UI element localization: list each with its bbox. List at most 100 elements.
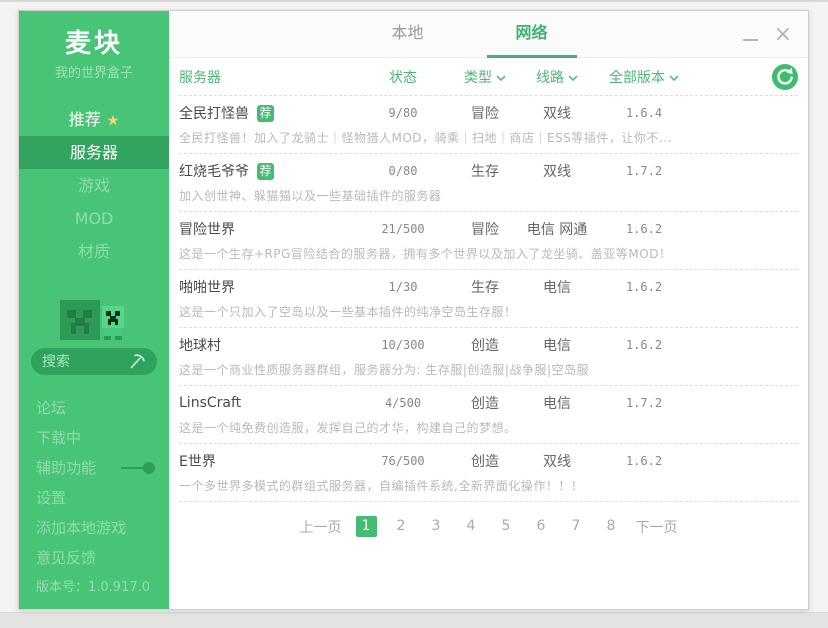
recommended-badge: 荐 <box>257 163 274 180</box>
sidebar-item-downloading[interactable]: 下载中 <box>19 423 169 453</box>
page-number[interactable]: 7 <box>566 516 587 537</box>
server-type: 冒险 <box>448 103 522 123</box>
server-name: 地球村 <box>179 335 221 355</box>
search-input[interactable] <box>42 354 129 370</box>
server-type: 创造 <box>448 335 522 355</box>
tab-network[interactable]: 网络 <box>487 11 577 58</box>
server-row[interactable]: 啪啪世界 1/30 生存 电信 1.6.2 这是一个只加入了空岛以及一些基本插件… <box>179 270 798 328</box>
server-version: 1.6.2 <box>592 338 696 352</box>
server-status: 21/500 <box>358 222 448 236</box>
search-box[interactable] <box>31 348 157 375</box>
sidebar: 麦块 我的世界盒子 推荐★ 服务器 游戏 MOD 材质 <box>19 11 169 609</box>
server-description: 这是一个商业性质服务器群组，服务器分为: 生存服|创造服|战争服|空岛服 <box>179 361 798 378</box>
server-line: 电信 <box>522 393 592 413</box>
server-version: 1.6.4 <box>592 106 696 120</box>
table-header: 服务器 状态 类型 线路 全部版本 <box>179 58 798 96</box>
server-row[interactable]: LinsCraft 4/500 创造 电信 1.7.2 这是一个纯免费创造服，发… <box>179 386 798 444</box>
chevron-down-icon <box>496 75 506 81</box>
server-description: 这是一个只加入了空岛以及一些基本插件的纯净空岛生存服！ <box>179 303 798 320</box>
page-number[interactable]: 5 <box>496 516 517 537</box>
page-number[interactable]: 3 <box>426 516 447 537</box>
server-row[interactable]: E世界 76/500 创造 双线 1.6.2 一个多世界多模式的群组式服务器，自… <box>179 444 798 502</box>
desktop-top-strip <box>0 0 828 2</box>
refresh-icon[interactable] <box>772 64 798 90</box>
tab-bar: 本地 网络 × <box>169 11 808 58</box>
sidebar-item-assist[interactable]: 辅助功能 <box>19 453 169 483</box>
server-name: 红烧毛爷爷 <box>179 161 249 181</box>
server-name: 冒险世界 <box>179 219 235 239</box>
sidebar-item-feedback[interactable]: 意见反馈 <box>19 543 169 573</box>
page-number[interactable]: 6 <box>531 516 552 537</box>
server-row[interactable]: 地球村 10/300 创造 电信 1.6.2 这是一个商业性质服务器群组，服务器… <box>179 328 798 386</box>
server-type: 创造 <box>448 451 522 471</box>
sidebar-item-servers[interactable]: 服务器 <box>19 136 169 169</box>
server-name: 全民打怪兽 <box>179 103 249 123</box>
sidebar-item-textures[interactable]: 材质 <box>19 235 169 268</box>
server-version: 1.6.2 <box>592 280 696 294</box>
server-row[interactable]: 红烧毛爷爷 荐 0/80 生存 双线 1.7.2 加入创世神、躲猫猫以及一些基础… <box>179 154 798 212</box>
chevron-down-icon <box>568 75 578 81</box>
main-panel: 本地 网络 × 服务器 状态 类型 线路 全部版本 <box>169 11 808 609</box>
sidebar-item-mod[interactable]: MOD <box>19 202 169 235</box>
server-version: 1.7.2 <box>592 164 696 178</box>
server-status: 76/500 <box>358 454 448 468</box>
server-status: 0/80 <box>358 164 448 178</box>
window-controls: × <box>743 11 792 58</box>
server-table-body: 全民打怪兽 荐 9/80 冒险 双线 1.6.4 全民打怪兽！加入了龙骑士｜怪物… <box>179 96 798 502</box>
recommended-badge: 荐 <box>257 105 274 122</box>
sidebar-nav: 推荐 ★ 服务器 游戏 MOD 材质 <box>19 103 169 268</box>
tab-local[interactable]: 本地 <box>363 11 453 58</box>
desktop-bottom-strip <box>0 612 828 628</box>
page-number[interactable]: 8 <box>601 516 622 537</box>
server-description: 这是一个纯免费创造服，发挥自己的才华，构建自己的梦想。 <box>179 419 798 436</box>
minimize-button[interactable] <box>743 27 758 43</box>
toggle-knob-icon <box>143 462 155 474</box>
server-version: 1.6.2 <box>592 454 696 468</box>
sidebar-item-settings[interactable]: 设置 <box>19 483 169 513</box>
header-status: 状态 <box>358 67 448 87</box>
server-type: 生存 <box>448 161 522 181</box>
header-label: 类型 <box>464 70 492 86</box>
sidebar-item-add-local-game[interactable]: 添加本地游戏 <box>19 513 169 543</box>
server-line: 电信 <box>522 277 592 297</box>
server-row[interactable]: 全民打怪兽 荐 9/80 冒险 双线 1.6.4 全民打怪兽！加入了龙骑士｜怪物… <box>179 96 798 154</box>
page-number[interactable]: 4 <box>461 516 482 537</box>
server-line: 双线 <box>522 451 592 471</box>
page-number[interactable]: 1 <box>356 516 377 537</box>
server-status: 9/80 <box>358 106 448 120</box>
close-button[interactable]: × <box>774 25 792 45</box>
header-version-filter[interactable]: 全部版本 <box>592 67 696 87</box>
sidebar-item-games[interactable]: 游戏 <box>19 169 169 202</box>
chevron-down-icon <box>669 75 679 81</box>
next-page-button[interactable]: 下一页 <box>636 517 678 537</box>
server-description: 全民打怪兽！加入了龙骑士｜怪物猎人MOD，骑乘｜扫地｜商店｜ESS等插件，让你不… <box>179 129 798 146</box>
sidebar-item-forum[interactable]: 论坛 <box>19 393 169 423</box>
header-label: 线路 <box>536 70 564 86</box>
header-server: 服务器 <box>179 67 358 87</box>
server-description: 一个多世界多模式的群组式服务器，自编插件系统,全新界面化操作！！！ <box>179 477 798 494</box>
pickaxe-icon[interactable] <box>129 353 146 370</box>
server-line: 双线 <box>522 103 592 123</box>
header-type-filter[interactable]: 类型 <box>448 67 522 87</box>
prev-page-button[interactable]: 上一页 <box>300 517 342 537</box>
assist-toggle[interactable] <box>121 462 155 474</box>
server-status: 4/500 <box>358 396 448 410</box>
server-type: 冒险 <box>448 219 522 239</box>
star-icon: ★ <box>107 113 120 129</box>
server-name: LinsCraft <box>179 395 241 411</box>
sidebar-item-label: 辅助功能 <box>36 453 96 483</box>
page-number[interactable]: 2 <box>391 516 412 537</box>
server-line: 电信 <box>522 335 592 355</box>
header-line-filter[interactable]: 线路 <box>522 67 592 87</box>
app-window: 麦块 我的世界盒子 推荐★ 服务器 游戏 MOD 材质 <box>18 10 809 610</box>
server-list-panel: 服务器 状态 类型 线路 全部版本 <box>169 58 808 609</box>
server-name: 啪啪世界 <box>179 277 235 297</box>
sidebar-item-label: 推荐 <box>69 110 101 129</box>
server-row[interactable]: 冒险世界 21/500 冒险 电信 网通 1.6.2 这是一个生存+RPG冒险结… <box>179 212 798 270</box>
pagination-pages: 12345678 <box>356 516 622 537</box>
sidebar-item-recommended[interactable]: 推荐 ★ <box>19 103 169 136</box>
server-name: E世界 <box>179 451 216 471</box>
server-type: 生存 <box>448 277 522 297</box>
server-line: 双线 <box>522 161 592 181</box>
app-subtitle: 我的世界盒子 <box>19 62 169 81</box>
